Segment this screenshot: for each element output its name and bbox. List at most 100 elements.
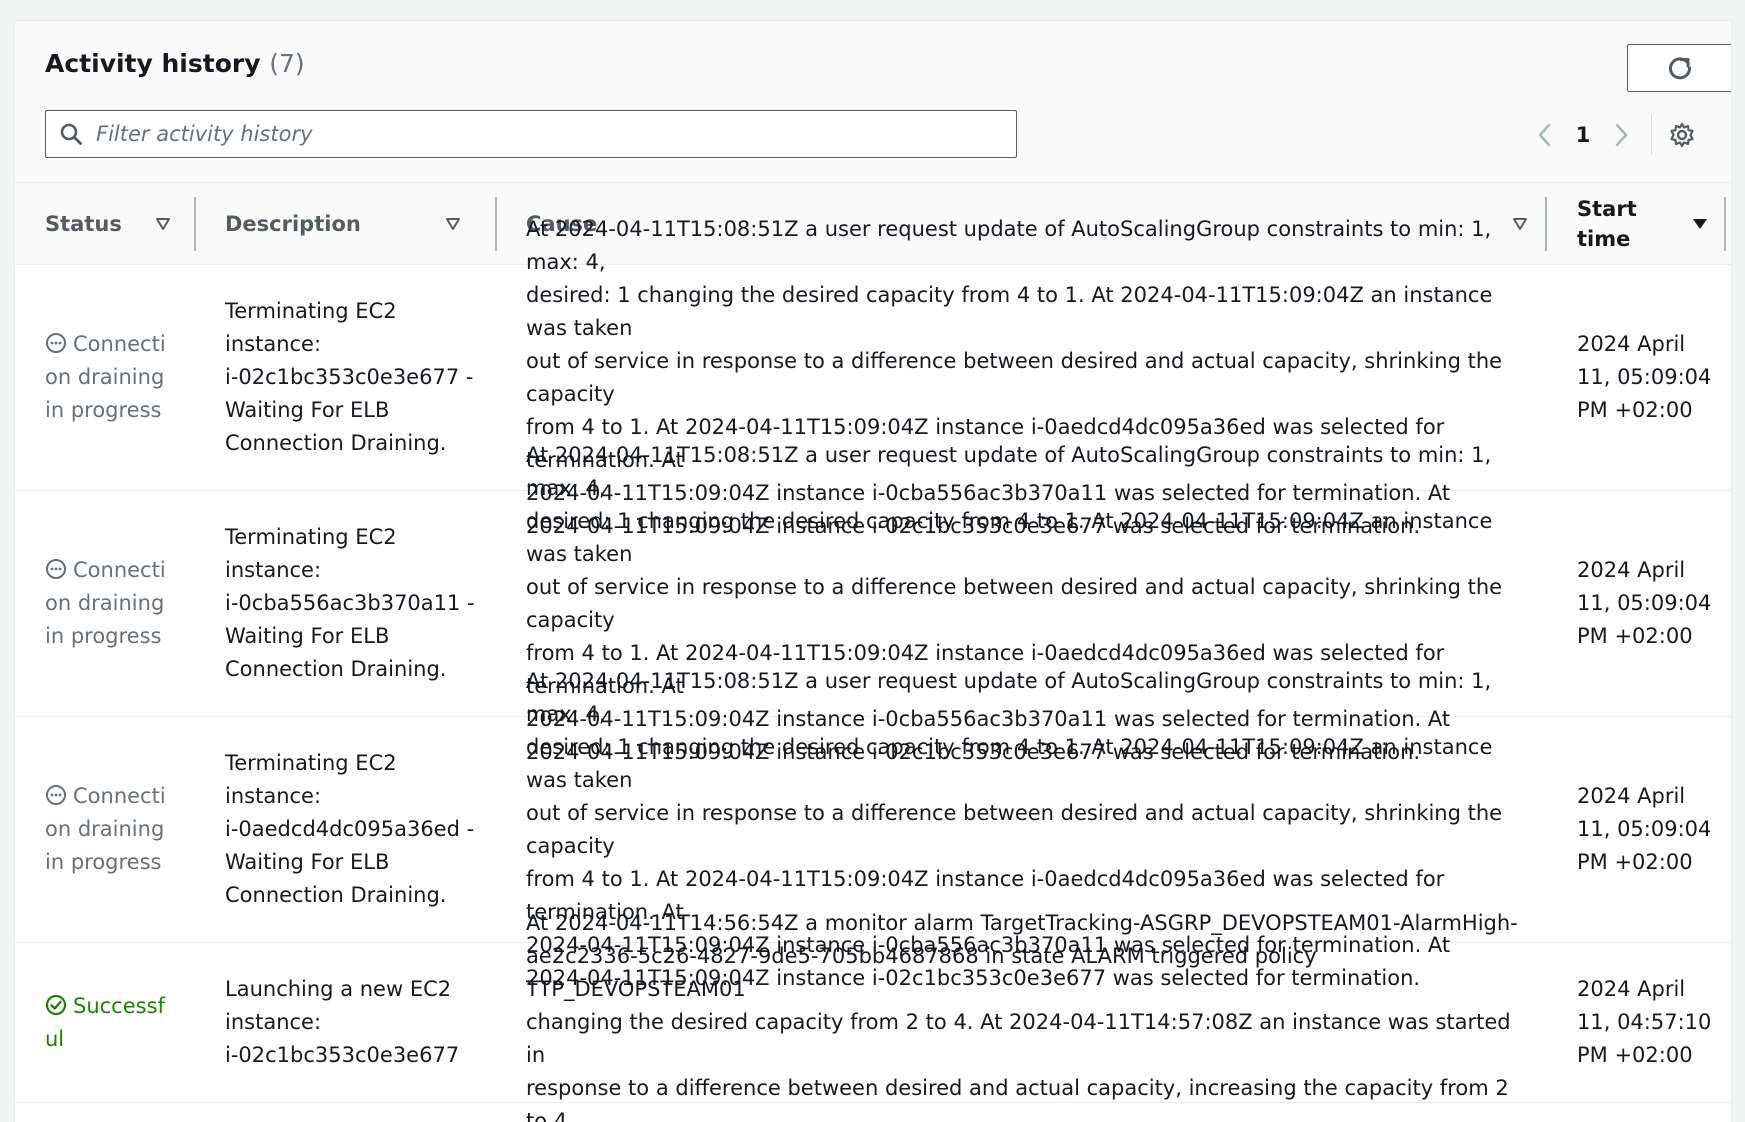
description-line: Waiting For ELB bbox=[225, 624, 390, 648]
cause-line: changing the desired capacity from 2 to … bbox=[526, 1010, 1511, 1067]
start-time-line: PM +02:00 bbox=[1577, 1043, 1693, 1067]
column-start-time[interactable]: Start time bbox=[1577, 183, 1717, 265]
search-field[interactable] bbox=[45, 110, 1017, 158]
start-time-cell: 2024 April 11, 05:09:04 PM +02:00 bbox=[1577, 265, 1717, 490]
column-start-time-label: Start time bbox=[1577, 194, 1637, 254]
description-line: instance: bbox=[225, 558, 322, 582]
description-line: i-02c1bc353c0e3e677 - bbox=[225, 365, 474, 389]
description-line: instance: bbox=[225, 1010, 322, 1034]
panel-header: Activity history (7) 1 bbox=[15, 21, 1731, 183]
cause-line: out of service in response to a differen… bbox=[526, 348, 1503, 406]
search-input[interactable] bbox=[96, 122, 996, 146]
cause-line: At 2024-04-11T14:56:54Z a monitor alarm … bbox=[526, 911, 1518, 935]
start-time-line: 2024 April bbox=[1577, 784, 1686, 808]
activity-history-panel: Activity history (7) 1 bbox=[14, 20, 1732, 1122]
description-text: Terminating EC2 instance: i-0cba556ac3b3… bbox=[225, 521, 475, 686]
cause-text: At 2024-04-11T14:56:54Z a monitor alarm … bbox=[526, 907, 1526, 1122]
description-line: Connection Draining. bbox=[225, 431, 447, 455]
cause-line: out of service in response to a differen… bbox=[526, 574, 1503, 632]
chevron-left-icon[interactable] bbox=[1525, 115, 1565, 155]
start-time-line: PM +02:00 bbox=[1577, 850, 1693, 874]
description-line: Terminating EC2 bbox=[225, 299, 397, 323]
status-cell: Connection draining in progress bbox=[45, 265, 175, 490]
sort-desc-icon bbox=[1693, 219, 1707, 229]
chevron-right-icon[interactable] bbox=[1601, 115, 1641, 155]
status-text: Connection draining in progress bbox=[45, 328, 175, 427]
start-time-line: 11, 04:57:10 bbox=[1577, 1010, 1712, 1034]
column-resizer[interactable] bbox=[495, 197, 497, 251]
start-time-line: 2024 April bbox=[1577, 977, 1686, 1001]
description-line: Connection Draining. bbox=[225, 657, 447, 681]
description-line: Terminating EC2 bbox=[225, 751, 397, 775]
column-status-label: Status bbox=[45, 212, 122, 236]
refresh-icon bbox=[1669, 57, 1692, 80]
start-time-text: 2024 April 11, 04:57:10 PM +02:00 bbox=[1577, 973, 1711, 1072]
description-line: Connection Draining. bbox=[225, 883, 447, 907]
status-cell: Successful bbox=[45, 943, 175, 1102]
sort-caret-icon bbox=[446, 218, 460, 230]
description-text: Launching a new EC2 instance: i-02c1bc35… bbox=[225, 973, 459, 1072]
description-line: i-02c1bc353c0e3e677 bbox=[225, 1043, 460, 1067]
start-time-line: 11, 05:09:04 bbox=[1577, 365, 1712, 389]
start-time-line: PM +02:00 bbox=[1577, 398, 1693, 422]
activity-count: (7) bbox=[269, 49, 305, 78]
start-time-line: 2024 April bbox=[1577, 558, 1686, 582]
status-cell: Connection draining in progress bbox=[45, 717, 175, 942]
gear-icon[interactable] bbox=[1652, 115, 1712, 155]
start-time-text: 2024 April 11, 05:09:04 PM +02:00 bbox=[1577, 328, 1711, 427]
start-time-text: 2024 April 11, 05:09:04 PM +02:00 bbox=[1577, 780, 1711, 879]
start-time-cell: 2024 April 11, 05:09:04 PM +02:00 bbox=[1577, 491, 1717, 716]
description-line: Terminating EC2 bbox=[225, 525, 397, 549]
column-resizer[interactable] bbox=[1545, 197, 1547, 251]
page-number[interactable]: 1 bbox=[1565, 123, 1601, 147]
cause-line: desired: 1 changing the desired capacity… bbox=[526, 282, 1493, 340]
status-text: Connection draining in progress bbox=[45, 554, 175, 653]
pagination: 1 bbox=[1525, 115, 1712, 155]
table-row: Successful Launching a new EC2 instance:… bbox=[15, 911, 1731, 1122]
start-time-cell: 2024 April 11, 05:09:04 PM +02:00 bbox=[1577, 717, 1717, 942]
column-description-label: Description bbox=[225, 212, 361, 236]
refresh-button[interactable] bbox=[1627, 44, 1731, 92]
cause-line: desired: 1 changing the desired capacity… bbox=[526, 508, 1493, 566]
start-label-line2: time bbox=[1577, 227, 1631, 251]
title-text: Activity history bbox=[45, 49, 261, 78]
cause-line: At 2024-04-11T15:08:51Z a user request u… bbox=[526, 668, 1492, 726]
in-progress-icon bbox=[46, 333, 66, 353]
description-line: i-0aedcd4dc095a36ed - bbox=[225, 817, 475, 841]
search-icon bbox=[58, 121, 84, 147]
description-line: instance: bbox=[225, 332, 322, 356]
start-time-text: 2024 April 11, 05:09:04 PM +02:00 bbox=[1577, 554, 1711, 653]
description-line: instance: bbox=[225, 784, 322, 808]
cause-line: desired: 1 changing the desired capacity… bbox=[526, 734, 1493, 792]
description-text: Terminating EC2 instance: i-02c1bc353c0e… bbox=[225, 295, 473, 460]
description-text: Terminating EC2 instance: i-0aedcd4dc095… bbox=[225, 747, 474, 912]
in-progress-icon bbox=[46, 559, 66, 579]
start-time-cell: 2024 April 11, 04:57:10 PM +02:00 bbox=[1577, 943, 1717, 1102]
cause-cell: At 2024-04-11T14:56:54Z a monitor alarm … bbox=[526, 911, 1526, 1122]
description-line: Launching a new EC2 bbox=[225, 977, 452, 1001]
cause-line: At 2024-04-11T15:08:51Z a user request u… bbox=[526, 216, 1492, 274]
start-time-line: 11, 05:09:04 bbox=[1577, 591, 1712, 615]
start-time-line: PM +02:00 bbox=[1577, 624, 1693, 648]
in-progress-icon bbox=[46, 785, 66, 805]
column-resizer[interactable] bbox=[194, 197, 196, 251]
column-status[interactable]: Status bbox=[45, 183, 175, 265]
cause-line: response to a difference between desired… bbox=[526, 1076, 1509, 1122]
sort-caret-icon bbox=[156, 218, 170, 230]
column-resizer[interactable] bbox=[1724, 197, 1726, 251]
cause-line: ae2c2336-5c26-4827-9de5-705bb4687868 in … bbox=[526, 944, 1317, 1001]
status-text: Successful bbox=[45, 990, 175, 1056]
status-cell: Connection draining in progress bbox=[45, 491, 175, 716]
start-time-line: 11, 05:09:04 bbox=[1577, 817, 1712, 841]
start-label-line1: Start bbox=[1577, 197, 1637, 221]
page-title: Activity history (7) bbox=[45, 49, 305, 78]
check-circle-icon bbox=[45, 994, 67, 1015]
description-cell: Terminating EC2 instance: i-0aedcd4dc095… bbox=[225, 717, 475, 942]
cause-line: out of service in response to a differen… bbox=[526, 800, 1503, 858]
start-time-line: 2024 April bbox=[1577, 332, 1686, 356]
description-cell: Terminating EC2 instance: i-02c1bc353c0e… bbox=[225, 265, 475, 490]
description-cell: Launching a new EC2 instance: i-02c1bc35… bbox=[225, 943, 475, 1102]
column-description[interactable]: Description bbox=[225, 183, 475, 265]
cause-line: At 2024-04-11T15:08:51Z a user request u… bbox=[526, 442, 1492, 500]
status-text: Connection draining in progress bbox=[45, 780, 175, 879]
